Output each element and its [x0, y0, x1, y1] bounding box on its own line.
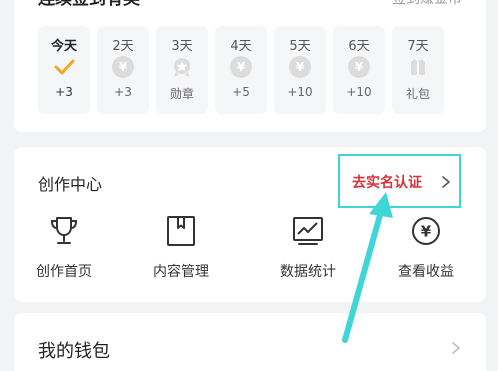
wallet-title: 我的钱包 — [38, 341, 110, 362]
tool-view-earnings[interactable]: ¥ 查看收益 — [376, 209, 476, 289]
signin-days-row: 今天 +3 2天 ¥ +3 3天 勋章 4天 ¥ +5 5天 ¥ +10 6天 … — [38, 26, 444, 114]
bookmark-icon — [167, 216, 195, 246]
day-reward: +10 — [287, 85, 313, 99]
day-label: 7天 — [407, 39, 429, 54]
chart-icon — [293, 217, 323, 245]
yuan-icon: ¥ — [412, 217, 440, 245]
day-label: 4天 — [230, 39, 252, 54]
day-label: 6天 — [348, 39, 370, 54]
chevron-right-icon — [452, 342, 460, 354]
coin-icon: ¥ — [348, 56, 370, 78]
signin-card: 连续签到有奖 签到赚金币 今天 +3 2天 ¥ +3 3天 勋章 4天 ¥ — [14, 0, 486, 132]
tool-content-management[interactable]: 内容管理 — [131, 209, 231, 289]
day-reward: 礼包 — [405, 87, 430, 101]
day-reward: +3 — [114, 85, 132, 99]
tool-label: 数据统计 — [280, 264, 336, 280]
tool-label: 内容管理 — [153, 264, 209, 280]
signin-day-7[interactable]: 7天 礼包 — [392, 26, 444, 114]
day-label: 今天 — [50, 39, 77, 54]
day-label: 3天 — [171, 39, 193, 54]
verify-identity-label: 去实名认证 — [352, 175, 422, 191]
signin-day-4[interactable]: 4天 ¥ +5 — [215, 26, 267, 114]
signin-more-link[interactable]: 签到赚金币 — [392, 0, 462, 8]
verify-identity-button[interactable]: 去实名认证 — [338, 154, 461, 208]
badge-icon — [174, 58, 190, 77]
signin-day-2[interactable]: 2天 ¥ +3 — [97, 26, 149, 114]
signin-day-6[interactable]: 6天 ¥ +10 — [333, 26, 385, 114]
signin-title: 连续签到有奖 — [38, 0, 140, 8]
create-center-title: 创作中心 — [38, 175, 103, 194]
day-reward: +5 — [232, 85, 250, 99]
yuan-symbol: ¥ — [421, 223, 432, 241]
signin-day-1[interactable]: 今天 +3 — [38, 26, 90, 114]
trophy-icon — [50, 217, 78, 244]
tool-label: 创作首页 — [36, 264, 92, 280]
signin-day-5[interactable]: 5天 ¥ +10 — [274, 26, 326, 114]
day-reward: 勋章 — [169, 87, 194, 101]
check-icon — [54, 59, 75, 75]
tool-creation-home[interactable]: 创作首页 — [14, 209, 114, 289]
tool-label: 查看收益 — [398, 264, 454, 280]
day-label: 5天 — [289, 39, 311, 54]
coin-icon: ¥ — [230, 56, 252, 78]
day-reward: +3 — [55, 85, 73, 99]
tool-data-statistics[interactable]: 数据统计 — [258, 209, 358, 289]
chevron-right-icon — [442, 176, 450, 188]
day-reward: +10 — [346, 85, 372, 99]
create-center-card: 创作中心 去实名认证 创作首页 内容管理 数据统计 ¥ 查看收益 — [14, 147, 486, 302]
coin-icon: ¥ — [112, 56, 134, 78]
gift-icon — [411, 59, 425, 75]
coin-icon: ¥ — [289, 56, 311, 78]
signin-day-3[interactable]: 3天 勋章 — [156, 26, 208, 114]
wallet-card[interactable]: 我的钱包 — [14, 313, 486, 371]
day-label: 2天 — [112, 39, 134, 54]
